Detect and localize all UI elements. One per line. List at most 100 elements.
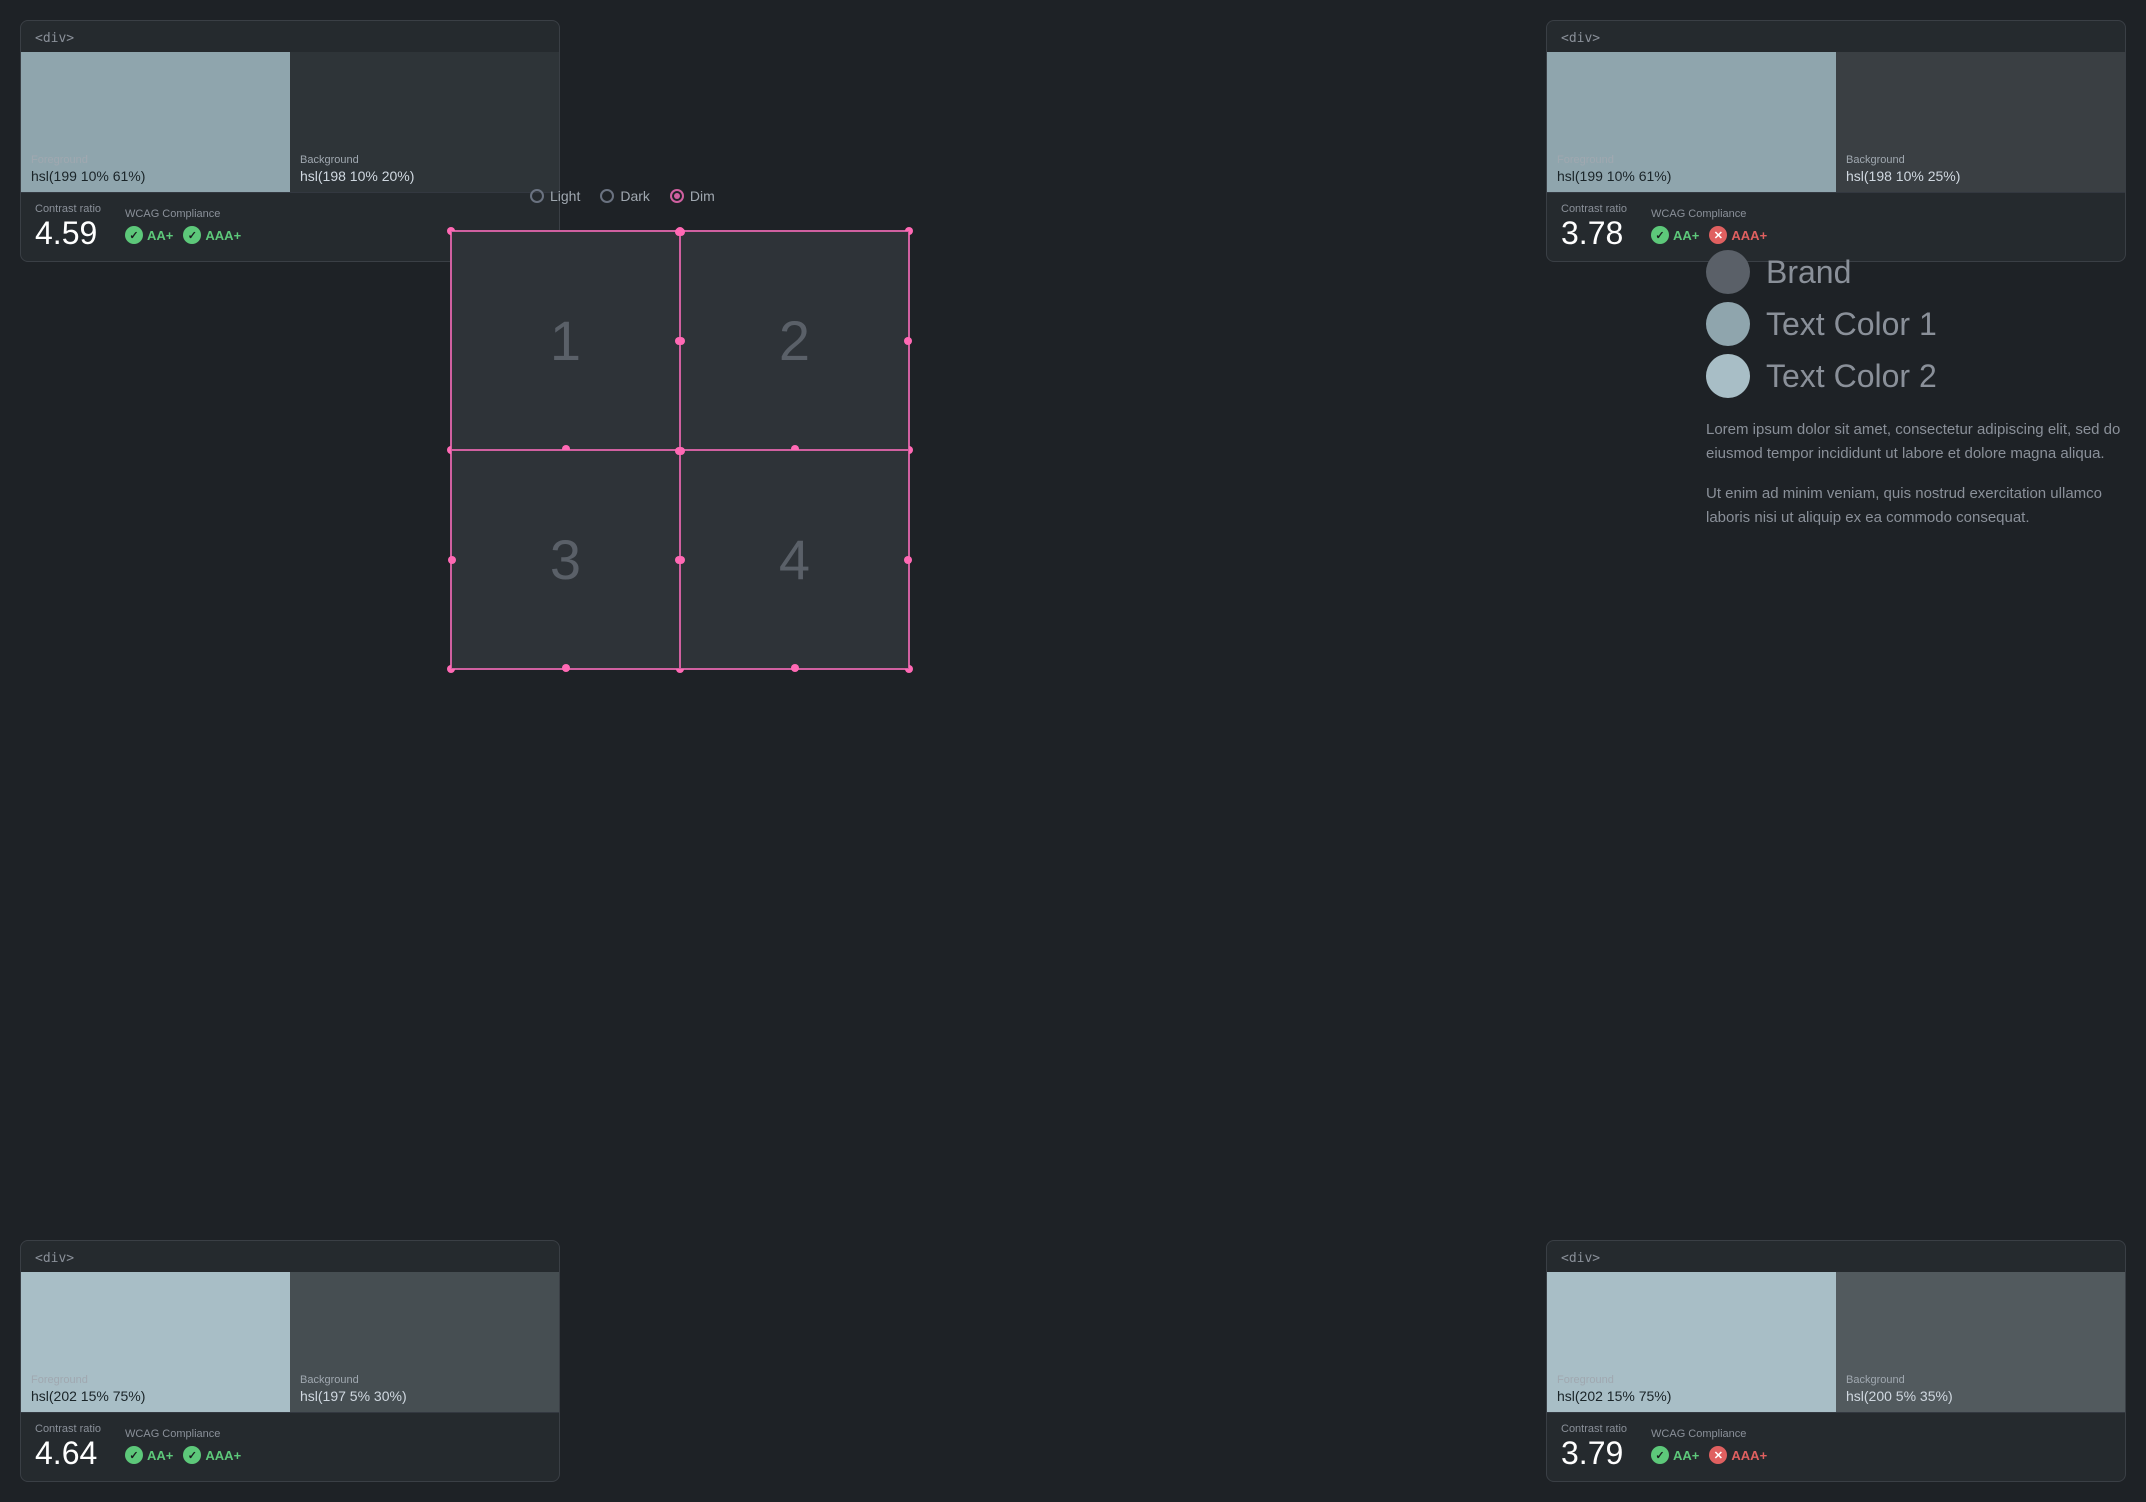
contrast-value-bl: 4.64 <box>35 1437 101 1469</box>
handle-cell4-bm[interactable] <box>791 664 799 672</box>
aa-icon-br: ✓ <box>1651 1446 1669 1464</box>
handle-cell4-tl[interactable] <box>677 447 685 455</box>
grid-cell-1: 1 <box>451 231 680 450</box>
radio-dark[interactable]: Dark <box>600 188 650 204</box>
contrast-label-bl: Contrast ratio <box>35 1423 101 1435</box>
grid: 1 2 3 4 <box>451 231 909 669</box>
radio-label-dark: Dark <box>620 188 650 204</box>
contrast-value-br: 3.79 <box>1561 1437 1627 1469</box>
contrast-label-top-left: Contrast ratio <box>35 203 101 215</box>
foreground-label-bl: Foreground <box>31 1374 280 1386</box>
aaa-badge-br: ✕ AAA+ <box>1709 1446 1767 1464</box>
contrast-bottom-left: Contrast ratio 4.64 <box>35 1423 101 1469</box>
text1-label: Text Color 1 <box>1766 306 1937 343</box>
canvas-area: 1 2 3 4 <box>450 230 910 670</box>
aaa-icon-top-left: ✓ <box>183 226 201 244</box>
handle-cell4-rm[interactable] <box>904 556 912 564</box>
foreground-value-top-right: hsl(199 10% 61%) <box>1557 168 1826 184</box>
foreground-value-bl: hsl(202 15% 75%) <box>31 1388 280 1404</box>
brand-dot <box>1706 250 1750 294</box>
background-value-top-left: hsl(198 10% 20%) <box>300 168 549 184</box>
grid-cell-4: 4 <box>680 450 909 669</box>
background-swatch-bottom-right: Background hsl(200 5% 35%) <box>1836 1272 2125 1412</box>
foreground-value-top-left: hsl(199 10% 61%) <box>31 168 280 184</box>
panel-top-left: <div> Foreground hsl(199 10% 61%) Backgr… <box>20 20 560 262</box>
wcag-label-bl: WCAG Compliance <box>125 1428 241 1440</box>
contrast-bottom-right: Contrast ratio 3.79 <box>1561 1423 1627 1469</box>
foreground-label-top-right: Foreground <box>1557 154 1826 166</box>
text2-dot <box>1706 354 1750 398</box>
lorem-text: Lorem ipsum dolor sit amet, consectetur … <box>1706 418 2126 530</box>
lorem-paragraph-2: Ut enim ad minim veniam, quis nostrud ex… <box>1706 482 2126 530</box>
legend-text1: Text Color 1 <box>1706 302 2126 346</box>
wcag-badges-top-right: ✓ AA+ ✕ AAA+ <box>1651 226 1767 244</box>
aa-badge-br: ✓ AA+ <box>1651 1446 1699 1464</box>
aaa-badge-top-right: ✕ AAA+ <box>1709 226 1767 244</box>
foreground-swatch-top-left: Foreground hsl(199 10% 61%) <box>21 52 290 192</box>
background-label-bl: Background <box>300 1374 549 1386</box>
radio-label-light: Light <box>550 188 580 204</box>
legend-brand: Brand <box>1706 250 2126 294</box>
aaa-icon-bl: ✓ <box>183 1446 201 1464</box>
color-swatches-bottom-left: Foreground hsl(202 15% 75%) Background h… <box>21 1272 559 1412</box>
aaa-badge-bl: ✓ AAA+ <box>183 1446 241 1464</box>
color-swatches-top-right: Foreground hsl(199 10% 61%) Background h… <box>1547 52 2125 192</box>
radio-circle-dim <box>670 189 684 203</box>
panel-bottom-left-title: <div> <box>21 1241 559 1272</box>
handle-cell2-lm[interactable] <box>677 337 685 345</box>
grid-cell-3: 3 <box>451 450 680 669</box>
handle-cell4-lm[interactable] <box>677 556 685 564</box>
contrast-value-top-left: 4.59 <box>35 217 101 249</box>
foreground-label-br: Foreground <box>1557 1374 1826 1386</box>
background-swatch-bottom-left: Background hsl(197 5% 30%) <box>290 1272 559 1412</box>
contrast-value-top-right: 3.78 <box>1561 217 1627 249</box>
background-value-br: hsl(200 5% 35%) <box>1846 1388 2115 1404</box>
background-value-bl: hsl(197 5% 30%) <box>300 1388 549 1404</box>
contrast-label-br: Contrast ratio <box>1561 1423 1627 1435</box>
aaa-badge-top-left: ✓ AAA+ <box>183 226 241 244</box>
background-label-top-right: Background <box>1846 154 2115 166</box>
aa-badge-top-right: ✓ AA+ <box>1651 226 1699 244</box>
theme-selector: Light Dark Dim <box>530 188 715 204</box>
foreground-label-top-left: Foreground <box>31 154 280 166</box>
wcag-label-top-left: WCAG Compliance <box>125 208 241 220</box>
color-swatches-top-left: Foreground hsl(199 10% 61%) Background h… <box>21 52 559 192</box>
contrast-top-right: Contrast ratio 3.78 <box>1561 203 1627 249</box>
legend-panel: Brand Text Color 1 Text Color 2 Lorem ip… <box>1706 250 2126 546</box>
radio-inner-dim <box>674 193 680 199</box>
stats-bottom-left: Contrast ratio 4.64 WCAG Compliance ✓ AA… <box>21 1412 559 1481</box>
radio-light[interactable]: Light <box>530 188 580 204</box>
handle-cell3-lm[interactable] <box>448 556 456 564</box>
wcag-badges-top-left: ✓ AA+ ✓ AAA+ <box>125 226 241 244</box>
panel-bottom-left: <div> Foreground hsl(202 15% 75%) Backgr… <box>20 1240 560 1482</box>
handle-cell3-bm[interactable] <box>562 664 570 672</box>
legend-text2: Text Color 2 <box>1706 354 2126 398</box>
lorem-paragraph-1: Lorem ipsum dolor sit amet, consectetur … <box>1706 418 2126 466</box>
wcag-top-left: WCAG Compliance ✓ AA+ ✓ AAA+ <box>125 208 241 244</box>
aa-icon-bl: ✓ <box>125 1446 143 1464</box>
handle-cell2-rm[interactable] <box>904 337 912 345</box>
aa-badge-bl: ✓ AA+ <box>125 1446 173 1464</box>
handle-cell2-tl[interactable] <box>677 228 685 236</box>
background-label-br: Background <box>1846 1374 2115 1386</box>
canvas-outer-border: 1 2 3 4 <box>450 230 910 670</box>
foreground-swatch-bottom-left: Foreground hsl(202 15% 75%) <box>21 1272 290 1412</box>
contrast-label-top-right: Contrast ratio <box>1561 203 1627 215</box>
aa-badge-top-left: ✓ AA+ <box>125 226 173 244</box>
panel-top-left-title: <div> <box>21 21 559 52</box>
wcag-badges-bl: ✓ AA+ ✓ AAA+ <box>125 1446 241 1464</box>
background-swatch-top-right: Background hsl(198 10% 25%) <box>1836 52 2125 192</box>
foreground-swatch-bottom-right: Foreground hsl(202 15% 75%) <box>1547 1272 1836 1412</box>
wcag-bottom-left: WCAG Compliance ✓ AA+ ✓ AAA+ <box>125 1428 241 1464</box>
background-label-top-left: Background <box>300 154 549 166</box>
radio-dim[interactable]: Dim <box>670 188 715 204</box>
stats-bottom-right: Contrast ratio 3.79 WCAG Compliance ✓ AA… <box>1547 1412 2125 1481</box>
wcag-badges-br: ✓ AA+ ✕ AAA+ <box>1651 1446 1767 1464</box>
aaa-icon-top-right: ✕ <box>1709 226 1727 244</box>
color-swatches-bottom-right: Foreground hsl(202 15% 75%) Background h… <box>1547 1272 2125 1412</box>
grid-cell-2: 2 <box>680 231 909 450</box>
aa-icon-top-right: ✓ <box>1651 226 1669 244</box>
foreground-swatch-top-right: Foreground hsl(199 10% 61%) <box>1547 52 1836 192</box>
panel-bottom-right-title: <div> <box>1547 1241 2125 1272</box>
wcag-label-br: WCAG Compliance <box>1651 1428 1767 1440</box>
